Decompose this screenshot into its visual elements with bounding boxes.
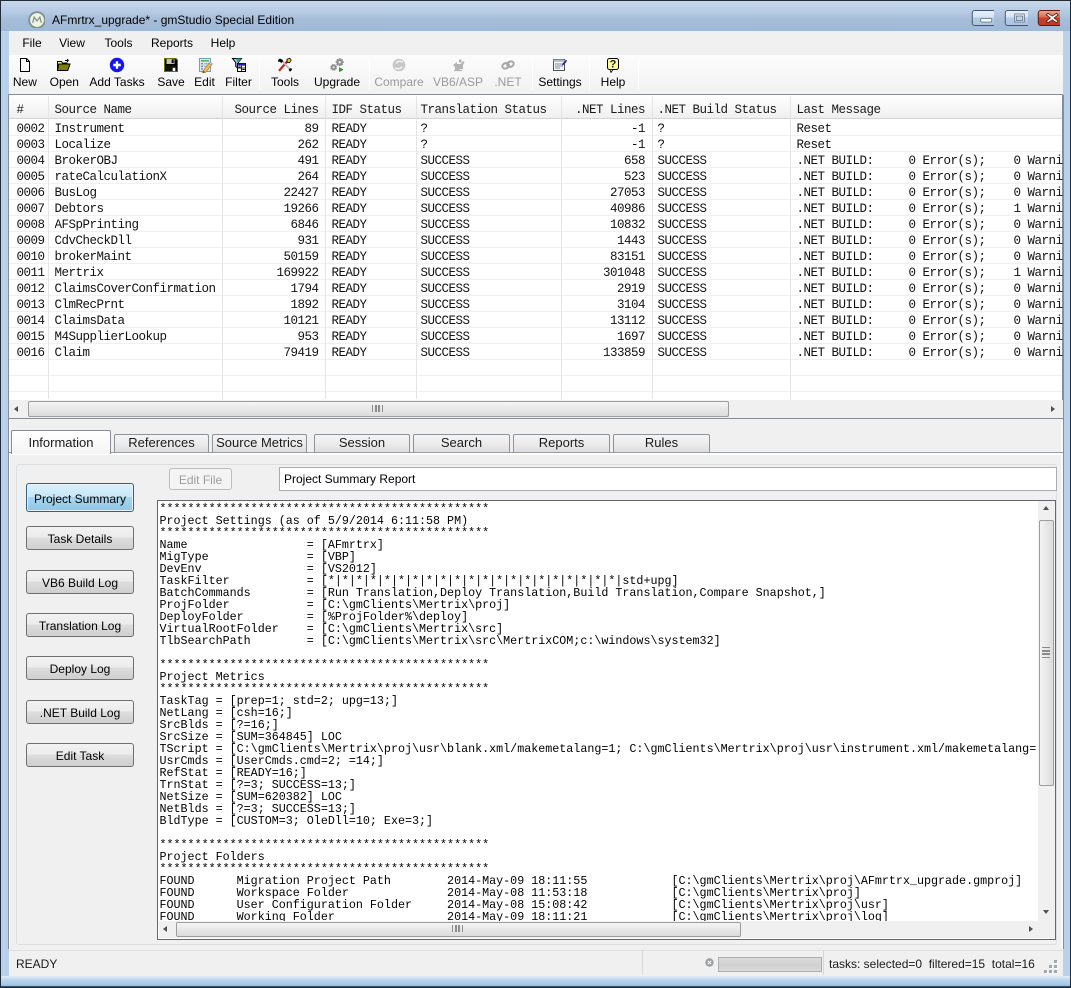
svg-text:?: ? [610, 59, 617, 71]
